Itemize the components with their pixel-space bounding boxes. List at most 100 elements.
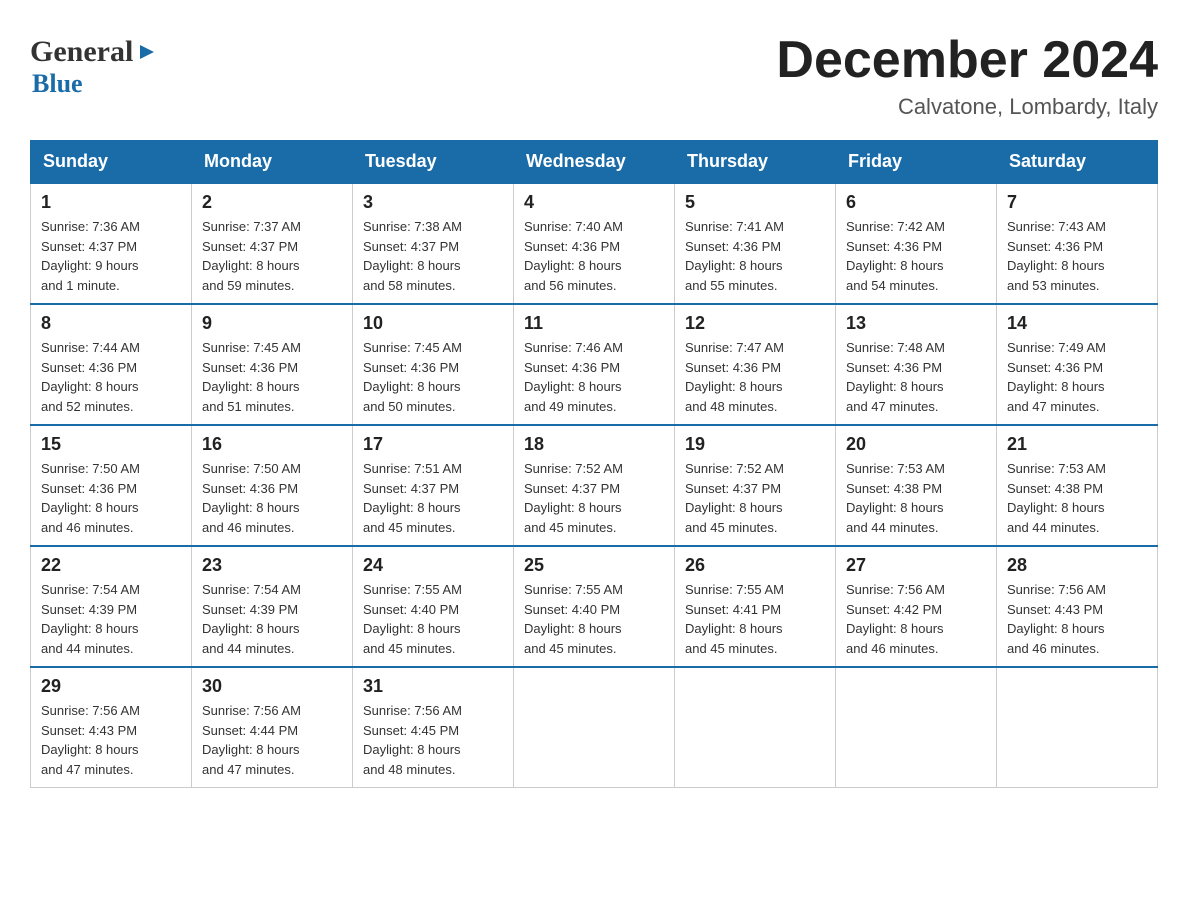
day-info: Sunrise: 7:56 AMSunset: 4:44 PMDaylight:…: [202, 701, 342, 779]
calendar-cell: 21 Sunrise: 7:53 AMSunset: 4:38 PMDayligh…: [997, 425, 1158, 546]
day-number: 14: [1007, 313, 1147, 334]
title-section: December 2024 Calvatone, Lombardy, Italy: [776, 30, 1158, 120]
calendar-cell: 5 Sunrise: 7:41 AMSunset: 4:36 PMDaylight…: [675, 183, 836, 304]
calendar-cell: [997, 667, 1158, 788]
day-number: 19: [685, 434, 825, 455]
day-number: 31: [363, 676, 503, 697]
day-info: Sunrise: 7:55 AMSunset: 4:40 PMDaylight:…: [363, 580, 503, 658]
calendar-cell: 18 Sunrise: 7:52 AMSunset: 4:37 PMDayligh…: [514, 425, 675, 546]
day-info: Sunrise: 7:51 AMSunset: 4:37 PMDaylight:…: [363, 459, 503, 537]
day-number: 3: [363, 192, 503, 213]
day-number: 13: [846, 313, 986, 334]
calendar-header-thursday: Thursday: [675, 141, 836, 184]
day-number: 10: [363, 313, 503, 334]
day-info: Sunrise: 7:54 AMSunset: 4:39 PMDaylight:…: [41, 580, 181, 658]
calendar-cell: 20 Sunrise: 7:53 AMSunset: 4:38 PMDayligh…: [836, 425, 997, 546]
calendar-week-row-4: 22 Sunrise: 7:54 AMSunset: 4:39 PMDayligh…: [31, 546, 1158, 667]
day-number: 25: [524, 555, 664, 576]
calendar-cell: 6Sunrise: 7:42 AMSunset: 4:36 PMDaylight…: [836, 183, 997, 304]
calendar-header-wednesday: Wednesday: [514, 141, 675, 184]
logo-general-text: General: [30, 35, 133, 69]
calendar-cell: 4Sunrise: 7:40 AMSunset: 4:36 PMDaylight…: [514, 183, 675, 304]
day-info: Sunrise: 7:40 AMSunset: 4:36 PMDaylight:…: [524, 217, 664, 295]
calendar-cell: 24 Sunrise: 7:55 AMSunset: 4:40 PMDayligh…: [353, 546, 514, 667]
calendar-header-monday: Monday: [192, 141, 353, 184]
day-info: Sunrise: 7:36 AMSunset: 4:37 PMDaylight:…: [41, 217, 181, 295]
calendar-week-row-5: 29Sunrise: 7:56 AMSunset: 4:43 PMDayligh…: [31, 667, 1158, 788]
calendar-cell: 12 Sunrise: 7:47 AMSunset: 4:36 PMDayligh…: [675, 304, 836, 425]
calendar-cell: 9 Sunrise: 7:45 AMSunset: 4:36 PMDaylight…: [192, 304, 353, 425]
day-number: 5: [685, 192, 825, 213]
calendar-cell: 25Sunrise: 7:55 AMSunset: 4:40 PMDayligh…: [514, 546, 675, 667]
day-info: Sunrise: 7:54 AMSunset: 4:39 PMDaylight:…: [202, 580, 342, 658]
day-info: Sunrise: 7:49 AMSunset: 4:36 PMDaylight:…: [1007, 338, 1147, 416]
calendar-cell: 28 Sunrise: 7:56 AMSunset: 4:43 PMDayligh…: [997, 546, 1158, 667]
calendar-table: SundayMondayTuesdayWednesdayThursdayFrid…: [30, 140, 1158, 788]
day-number: 18: [524, 434, 664, 455]
day-info: Sunrise: 7:52 AMSunset: 4:37 PMDaylight:…: [524, 459, 664, 537]
day-info: Sunrise: 7:56 AMSunset: 4:43 PMDaylight:…: [41, 701, 181, 779]
day-number: 20: [846, 434, 986, 455]
day-info: Sunrise: 7:56 AMSunset: 4:43 PMDaylight:…: [1007, 580, 1147, 658]
calendar-cell: 19 Sunrise: 7:52 AMSunset: 4:37 PMDayligh…: [675, 425, 836, 546]
day-number: 26: [685, 555, 825, 576]
day-number: 2: [202, 192, 342, 213]
day-info: Sunrise: 7:42 AMSunset: 4:36 PMDaylight:…: [846, 217, 986, 295]
calendar-cell: [514, 667, 675, 788]
calendar-cell: 1 Sunrise: 7:36 AMSunset: 4:37 PMDaylight…: [31, 183, 192, 304]
page-header: General Blue December 2024 Calvatone, Lo…: [30, 30, 1158, 120]
calendar-cell: 23Sunrise: 7:54 AMSunset: 4:39 PMDayligh…: [192, 546, 353, 667]
calendar-cell: 2 Sunrise: 7:37 AMSunset: 4:37 PMDaylight…: [192, 183, 353, 304]
day-number: 22: [41, 555, 181, 576]
calendar-header-row: SundayMondayTuesdayWednesdayThursdayFrid…: [31, 141, 1158, 184]
logo-arrow-icon: [136, 41, 158, 63]
day-info: Sunrise: 7:50 AMSunset: 4:36 PMDaylight:…: [41, 459, 181, 537]
day-number: 30: [202, 676, 342, 697]
calendar-cell: 26 Sunrise: 7:55 AMSunset: 4:41 PMDayligh…: [675, 546, 836, 667]
day-number: 7: [1007, 192, 1147, 213]
day-info: Sunrise: 7:43 AMSunset: 4:36 PMDaylight:…: [1007, 217, 1147, 295]
calendar-cell: 15 Sunrise: 7:50 AMSunset: 4:36 PMDayligh…: [31, 425, 192, 546]
day-number: 11: [524, 313, 664, 334]
day-number: 1: [41, 192, 181, 213]
day-info: Sunrise: 7:37 AMSunset: 4:37 PMDaylight:…: [202, 217, 342, 295]
calendar-cell: 10Sunrise: 7:45 AMSunset: 4:36 PMDayligh…: [353, 304, 514, 425]
day-number: 15: [41, 434, 181, 455]
day-number: 16: [202, 434, 342, 455]
calendar-header-tuesday: Tuesday: [353, 141, 514, 184]
logo-blue-text: Blue: [30, 69, 83, 98]
day-number: 21: [1007, 434, 1147, 455]
day-info: Sunrise: 7:50 AMSunset: 4:36 PMDaylight:…: [202, 459, 342, 537]
calendar-cell: 13Sunrise: 7:48 AMSunset: 4:36 PMDayligh…: [836, 304, 997, 425]
logo: General Blue: [30, 30, 161, 99]
day-number: 24: [363, 555, 503, 576]
calendar-cell: 7 Sunrise: 7:43 AMSunset: 4:36 PMDaylight…: [997, 183, 1158, 304]
day-number: 28: [1007, 555, 1147, 576]
day-number: 17: [363, 434, 503, 455]
day-info: Sunrise: 7:45 AMSunset: 4:36 PMDaylight:…: [202, 338, 342, 416]
day-info: Sunrise: 7:38 AMSunset: 4:37 PMDaylight:…: [363, 217, 503, 295]
calendar-header-friday: Friday: [836, 141, 997, 184]
day-number: 9: [202, 313, 342, 334]
day-number: 12: [685, 313, 825, 334]
location-text: Calvatone, Lombardy, Italy: [776, 94, 1158, 120]
calendar-cell: [836, 667, 997, 788]
month-title: December 2024: [776, 30, 1158, 90]
day-info: Sunrise: 7:53 AMSunset: 4:38 PMDaylight:…: [846, 459, 986, 537]
calendar-cell: 3 Sunrise: 7:38 AMSunset: 4:37 PMDaylight…: [353, 183, 514, 304]
day-info: Sunrise: 7:46 AMSunset: 4:36 PMDaylight:…: [524, 338, 664, 416]
day-number: 27: [846, 555, 986, 576]
calendar-week-row-2: 8Sunrise: 7:44 AMSunset: 4:36 PMDaylight…: [31, 304, 1158, 425]
day-info: Sunrise: 7:53 AMSunset: 4:38 PMDaylight:…: [1007, 459, 1147, 537]
calendar-header-sunday: Sunday: [31, 141, 192, 184]
day-info: Sunrise: 7:55 AMSunset: 4:41 PMDaylight:…: [685, 580, 825, 658]
day-info: Sunrise: 7:47 AMSunset: 4:36 PMDaylight:…: [685, 338, 825, 416]
calendar-cell: 30 Sunrise: 7:56 AMSunset: 4:44 PMDayligh…: [192, 667, 353, 788]
day-info: Sunrise: 7:52 AMSunset: 4:37 PMDaylight:…: [685, 459, 825, 537]
calendar-cell: 16 Sunrise: 7:50 AMSunset: 4:36 PMDayligh…: [192, 425, 353, 546]
calendar-cell: 14 Sunrise: 7:49 AMSunset: 4:36 PMDayligh…: [997, 304, 1158, 425]
calendar-header-saturday: Saturday: [997, 141, 1158, 184]
day-info: Sunrise: 7:41 AMSunset: 4:36 PMDaylight:…: [685, 217, 825, 295]
calendar-cell: 22 Sunrise: 7:54 AMSunset: 4:39 PMDayligh…: [31, 546, 192, 667]
calendar-week-row-3: 15 Sunrise: 7:50 AMSunset: 4:36 PMDayligh…: [31, 425, 1158, 546]
